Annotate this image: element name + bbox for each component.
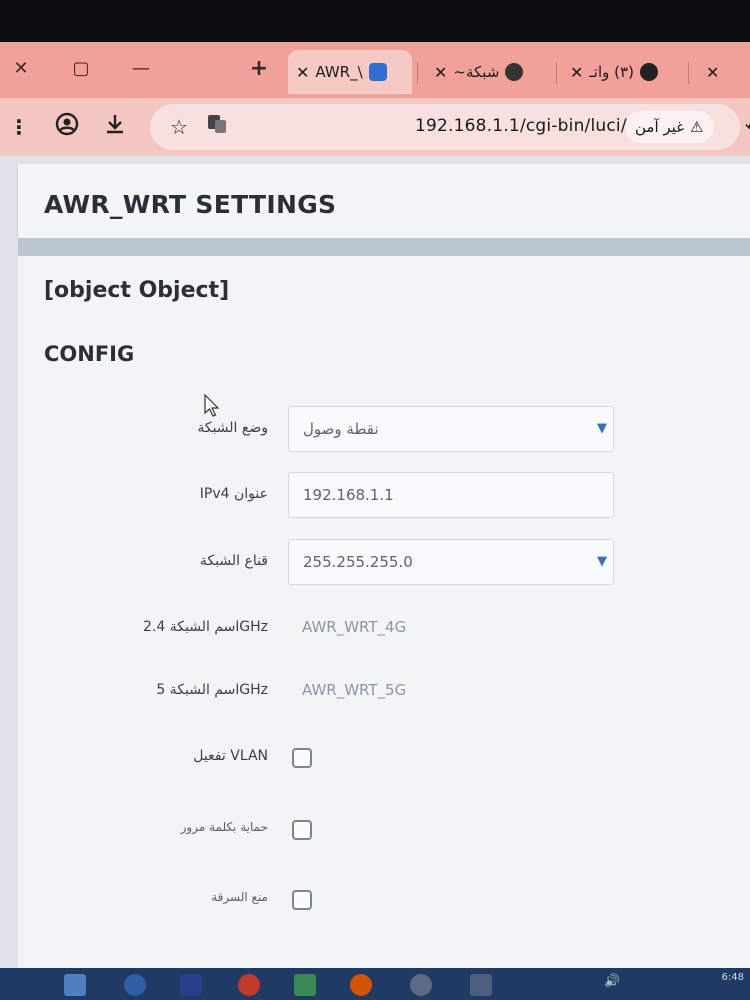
tab-whatsapp[interactable]: ✕ (٣) واتـ [562, 50, 682, 94]
opera-icon[interactable] [238, 974, 260, 996]
page-title: AWR_WRT SETTINGS [44, 190, 337, 219]
translate-icon[interactable] [202, 112, 232, 142]
ssid-5ghz-value: AWR_WRT_5G [302, 681, 407, 699]
chevron-down-icon: ▼ [597, 554, 607, 569]
app-icon[interactable] [294, 974, 316, 996]
anti-theft-checkbox[interactable] [292, 890, 312, 910]
web-page: AWR_WRT SETTINGS [object Object] CONFIG … [0, 156, 750, 968]
ipv4-address-value: 192.168.1.1 [303, 486, 394, 504]
vlan-label: تفعيل VLAN [193, 748, 268, 764]
tab-separator [556, 62, 557, 84]
ipv4-address-input[interactable]: 192.168.1.1 [288, 472, 614, 518]
address-bar[interactable]: ☆ 192.168.1.1/cgi-bin/luci/ غير آمن ⚠ [150, 104, 740, 150]
taskbar-clock: 6:48 [721, 972, 744, 983]
whatsapp-favicon-icon [639, 63, 658, 81]
close-tab-icon[interactable]: ✕ [570, 63, 583, 82]
ssid-5ghz-label: اسم الشبكة 5GHz [156, 682, 268, 698]
new-tab-button[interactable]: + [244, 54, 274, 84]
download-icon[interactable] [100, 112, 130, 142]
os-taskbar: 🔊 6:48 [0, 968, 750, 1000]
close-tab-icon[interactable]: ✕ [706, 63, 719, 82]
ssid-24ghz-value: AWR_WRT_4G [302, 618, 407, 636]
netmask-select[interactable]: 255.255.255.0 ▼ [288, 539, 614, 585]
network-mode-select[interactable]: نقطة وصول ▼ [288, 406, 614, 452]
security-label: غير آمن [635, 118, 685, 136]
extensions-icon[interactable]: ⟲ [738, 112, 750, 142]
browser-toolbar: ⋮ ☆ 192.168.1.1/cgi-bin/luci/ غير آمن ⚠ … [0, 98, 750, 156]
ssid-24ghz-label: اسم الشبكة 2.4GHz [143, 619, 268, 635]
page-header: AWR_WRT SETTINGS [18, 164, 750, 238]
header-divider [18, 238, 750, 256]
chevron-down-icon: ▼ [597, 421, 607, 436]
tab-separator [417, 62, 418, 84]
ssid-5ghz-input[interactable]: AWR_WRT_5G [288, 668, 614, 714]
app-icon[interactable] [470, 974, 492, 996]
netmask-value: 255.255.255.0 [303, 553, 413, 571]
tab-network[interactable]: ✕ شبكة~ [426, 50, 550, 94]
tab-label: شبكة~ [453, 63, 500, 81]
tab-label: AWR_\ [315, 63, 363, 81]
close-tab-icon[interactable]: ✕ [296, 63, 309, 82]
security-indicator[interactable]: غير آمن ⚠ [625, 111, 714, 143]
menu-dots-icon[interactable]: ⋮ [4, 112, 34, 142]
tab-partial[interactable]: ✕ [698, 50, 750, 94]
password-protection-label: حماية بكلمة مرور [180, 820, 268, 834]
bluetooth-icon[interactable] [124, 974, 146, 996]
window-minimize-icon[interactable]: — [126, 54, 156, 84]
network-mode-label: وضع الشبكة [197, 420, 268, 436]
volume-icon[interactable]: 🔊 [604, 974, 644, 996]
window-close-icon[interactable]: ✕ [6, 54, 36, 84]
ipv4-address-label: IPv4 عنوان [199, 486, 268, 502]
settings-panel: [object Object] CONFIG وضع الشبكة نقطة و… [18, 256, 750, 968]
settings-gear-icon[interactable] [410, 974, 432, 996]
vlan-checkbox[interactable] [292, 748, 312, 768]
ssid-24ghz-input[interactable]: AWR_WRT_4G [288, 605, 614, 651]
warning-icon: ⚠ [690, 118, 704, 136]
config-heading: CONFIG [44, 342, 135, 366]
app-icon[interactable] [64, 974, 86, 996]
anti-theft-label: منع السرقة [211, 890, 268, 904]
tab-strip: ✕ ▢ — + ✕ AWR_\ ✕ شبكة~ ✕ (٣) واتـ ✕ [0, 42, 750, 98]
app-icon[interactable] [180, 974, 202, 996]
globe-favicon-icon [505, 63, 524, 81]
window-maximize-icon[interactable]: ▢ [66, 54, 96, 84]
chrome-icon[interactable] [350, 974, 372, 996]
router-favicon-icon [368, 63, 387, 81]
profile-icon[interactable] [52, 112, 82, 142]
star-icon[interactable]: ☆ [164, 112, 194, 142]
url-text[interactable]: 192.168.1.1/cgi-bin/luci/ [415, 116, 627, 136]
section-title: [object Object] [44, 278, 230, 303]
tab-separator [688, 62, 689, 84]
password-protection-checkbox[interactable] [292, 820, 312, 840]
tab-awr[interactable]: ✕ AWR_\ [288, 50, 412, 94]
netmask-label: قناع الشبكة [199, 553, 268, 569]
close-tab-icon[interactable]: ✕ [434, 63, 447, 82]
screen: ✕ ▢ — + ✕ AWR_\ ✕ شبكة~ ✕ (٣) واتـ ✕ ⋮ ☆… [0, 0, 750, 1000]
monitor-bezel [0, 0, 750, 42]
network-mode-value: نقطة وصول [303, 420, 379, 438]
tab-label: (٣) واتـ [589, 63, 634, 81]
